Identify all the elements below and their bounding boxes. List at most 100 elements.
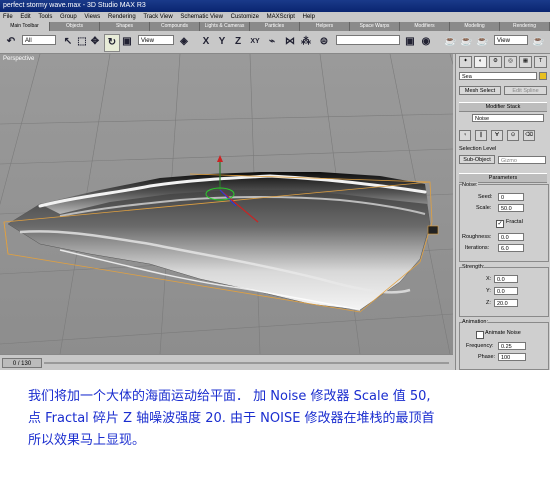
reference-coordinate-dropdown[interactable]: View [138,35,174,45]
axis-x-button[interactable]: X [200,34,212,50]
motion-tab-icon[interactable]: ◎ [504,56,517,68]
modifier-stack-header[interactable]: Modifier Stack [459,102,547,112]
menu-schematic-view[interactable]: Schematic View [180,14,223,20]
time-slider[interactable]: 0 / 130 [2,358,42,368]
tab-modifiers[interactable]: Modifiers [400,22,450,31]
menu-track-view[interactable]: Track View [143,14,172,20]
hierarchy-tab-icon[interactable]: ⚙ [489,56,502,68]
utilities-tab-icon[interactable]: T [534,56,547,68]
tab-rendering[interactable]: Rendering [500,22,550,31]
selection-filter[interactable]: All [22,35,56,45]
make-unique-icon[interactable]: ⊙ [507,130,519,141]
axis-y-button[interactable]: Y [216,34,228,50]
tutorial-caption: 我们将加一个大体的海面运动给平面． 加 Noise 修改器 Scale 值 50… [28,386,538,452]
material-editor-icon[interactable]: ◉ [420,34,432,50]
create-tab-icon[interactable]: ✦ [459,56,472,68]
caption-line-3: 所以效果马上显现。 [28,433,146,448]
edit-spline-button[interactable]: Edit Spline [504,86,547,95]
phase-input[interactable]: 100 [498,353,526,361]
tab-shapes[interactable]: Shapes [100,22,150,31]
sub-object-button[interactable]: Sub-Object [459,155,495,164]
link-icon[interactable]: ⌁ [266,34,278,50]
time-slider-bar: 0 / 130 [0,354,453,370]
viewport-scene [0,53,541,355]
seed-label: Seed: [478,194,493,200]
tab-main-toolbar[interactable]: Main Toolbar [0,22,50,31]
rotate-icon[interactable]: ↻ [104,34,120,52]
tab-panel-bar: Main Toolbar Objects Shapes Compounds Li… [0,22,550,31]
active-inactive-icon[interactable]: ∥ [475,130,487,141]
pivot-icon[interactable]: ◈ [178,34,190,50]
axis-xy-button[interactable]: XY [248,34,262,50]
undo-icon[interactable]: ↶ [4,34,18,50]
menu-edit[interactable]: Edit [20,14,30,20]
strength-z-input[interactable]: 20.0 [494,299,518,307]
pin-stack-icon[interactable]: ♀ [459,130,471,141]
iterations-input[interactable]: 6.0 [498,244,524,252]
menu-customize[interactable]: Customize [231,14,259,20]
mesh-select-button[interactable]: Mesh Select [459,86,501,95]
strength-x-input[interactable]: 0.0 [494,275,518,283]
axis-z-button[interactable]: Z [232,34,244,50]
menu-views[interactable]: Views [84,14,100,20]
max-application: perfect stormy wave.max - 3D Studio MAX … [0,0,550,370]
time-track[interactable] [44,362,449,364]
roughness-input[interactable]: 0.0 [498,233,524,241]
caption-line-2: 点 Fractal 碎片 Z 轴噪波强度 20. 由于 NOISE 修改器在堆栈… [28,411,435,426]
menu-tools[interactable]: Tools [38,14,52,20]
object-color-swatch[interactable] [539,72,547,80]
fractal-checkbox[interactable]: ✓ [496,220,504,228]
sub-object-level-dropdown[interactable]: Gizmo [498,156,546,164]
tab-modeling[interactable]: Modeling [450,22,500,31]
selection-filter-value: All [25,38,32,44]
scale-input[interactable]: 50.0 [498,204,524,212]
frequency-input[interactable]: 0.25 [498,342,526,350]
quick-render-icon[interactable]: ☕ [476,34,488,50]
animate-noise-checkbox[interactable] [476,331,484,339]
frame-counter: 0 / 130 [12,361,32,367]
render-type-dropdown[interactable]: View [494,35,528,45]
show-end-result-icon[interactable]: ∀ [491,130,503,141]
viewport-label: Perspective [3,56,35,62]
object-name-field[interactable]: Sea [459,72,537,80]
iterations-label: Iterations: [465,245,490,251]
modifier-stack-dropdown[interactable]: Noise [472,114,544,122]
z-label: Z: [486,300,491,306]
move-icon[interactable]: ✥ [88,34,102,50]
display-tab-icon[interactable]: ▦ [519,56,532,68]
menu-rendering[interactable]: Rendering [108,14,136,20]
caption-line-1: 我们将加一个大体的海面运动给平面． 加 Noise 修改器 Scale 值 50… [28,389,431,404]
render-scene-icon[interactable]: ☕ [460,34,472,50]
select-region-icon[interactable]: ⬚ [76,34,88,50]
ref-coord-value: View [141,38,154,44]
perspective-viewport[interactable]: Perspective [0,53,541,355]
x-label: X: [486,276,492,282]
phase-label: Phase: [478,354,496,360]
lock-selection-icon[interactable]: ▣ [404,34,416,50]
menu-group[interactable]: Group [60,14,77,20]
tab-helpers[interactable]: Helpers [300,22,350,31]
window-title: perfect stormy wave.max - 3D Studio MAX … [3,2,146,9]
tab-lights-cameras[interactable]: Lights & Cameras [200,22,250,31]
tab-particles[interactable]: Particles [250,22,300,31]
align-icon[interactable]: ⊜ [318,34,330,50]
menu-help[interactable]: Help [303,14,315,20]
tab-objects[interactable]: Objects [50,22,100,31]
y-label: Y: [486,288,491,294]
render-last-icon[interactable]: ☕ [532,34,544,50]
array-icon[interactable]: ⁂ [300,34,312,50]
named-selection-sets[interactable] [336,35,400,45]
modify-tab-icon[interactable]: ◐ [474,56,487,68]
scale-icon[interactable]: ▣ [120,34,134,50]
teapot-icon[interactable]: ☕ [444,34,456,50]
remove-modifier-icon[interactable]: ⌫ [523,130,535,141]
strength-y-input[interactable]: 0.0 [494,287,518,295]
menu-maxscript[interactable]: MAXScript [267,14,295,20]
scale-label: Scale: [476,205,492,211]
tab-space-warps[interactable]: Space Warps [350,22,400,31]
tab-compounds[interactable]: Compounds [150,22,200,31]
select-icon[interactable]: ↖ [62,34,74,50]
mirror-icon[interactable]: ⋈ [284,34,296,50]
menu-file[interactable]: File [3,14,13,20]
seed-input[interactable]: 0 [498,193,524,201]
